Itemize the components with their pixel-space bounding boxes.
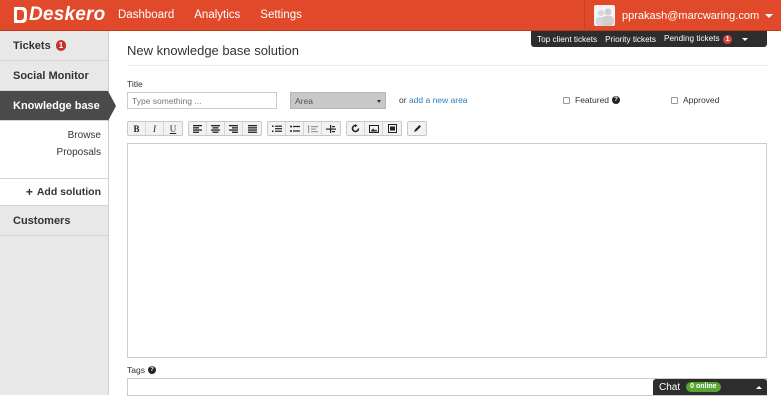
add-solution-button[interactable]: + Add solution <box>0 179 108 206</box>
sidebar-item-knowledge-base[interactable]: Knowledge base <box>0 91 116 121</box>
featured-label: Featured <box>575 95 610 105</box>
pencil-icon[interactable] <box>408 122 426 135</box>
video-icon[interactable] <box>383 122 401 135</box>
checkbox-box[interactable] <box>671 96 678 104</box>
sidebar-item-label: Customers <box>13 214 71 227</box>
sidebar-item-customers[interactable]: Customers <box>0 206 108 236</box>
bold-button[interactable]: B <box>128 122 146 135</box>
or-label: or <box>399 95 407 105</box>
sidebar-item-label: Tickets <box>13 39 51 52</box>
user-avatar-icon <box>594 5 615 26</box>
sidebar-item-label: Knowledge base <box>13 99 100 112</box>
underline-button[interactable]: U <box>164 122 182 135</box>
plus-icon: + <box>25 185 33 199</box>
checkbox-box[interactable] <box>563 96 570 104</box>
user-email: pprakash@marcwaring.com <box>622 9 760 22</box>
knowledge-base-submenu: Browse Proposals <box>0 121 108 179</box>
outdent-icon[interactable] <box>304 122 322 135</box>
tags-label-row: Tags ? <box>127 365 156 375</box>
solution-body-editor[interactable] <box>127 143 767 358</box>
chevron-up-icon <box>756 386 762 389</box>
align-left-icon[interactable] <box>189 122 207 135</box>
top-navbar: Deskero Dashboard Analytics Settings ppr… <box>0 0 781 31</box>
chat-status-badge: 0 online <box>686 382 721 392</box>
title-label: Title <box>127 79 143 89</box>
ordered-list-icon[interactable] <box>268 122 286 135</box>
image-icon[interactable] <box>365 122 383 135</box>
approved-label: Approved <box>683 95 720 105</box>
nav-analytics[interactable]: Analytics <box>194 0 240 31</box>
chat-label: Chat <box>659 381 681 393</box>
logo-mark-icon <box>14 7 27 23</box>
italic-button[interactable]: I <box>146 122 164 135</box>
title-input[interactable] <box>127 92 277 109</box>
sidebar: Tickets 1 Social Monitor Knowledge base … <box>0 31 116 395</box>
indent-icon[interactable] <box>322 122 340 135</box>
chevron-down-icon <box>765 13 774 18</box>
approved-checkbox[interactable]: Approved <box>671 95 719 105</box>
add-solution-label: Add solution <box>36 186 101 198</box>
submenu-browse[interactable]: Browse <box>0 127 101 144</box>
align-right-icon[interactable] <box>225 122 243 135</box>
add-area-text: or add a new area <box>399 95 468 105</box>
main-content: New knowledge base solution Title Area o… <box>109 31 781 396</box>
logo-text: Deskero <box>29 4 106 25</box>
user-menu[interactable]: pprakash@marcwaring.com <box>584 0 781 31</box>
help-icon[interactable]: ? <box>147 366 156 374</box>
editor-toolbar: B I U <box>127 121 432 136</box>
area-select[interactable]: Area <box>290 92 386 109</box>
sidebar-item-social-monitor[interactable]: Social Monitor <box>0 61 108 91</box>
submenu-proposals[interactable]: Proposals <box>0 144 101 161</box>
align-group <box>188 121 262 136</box>
unordered-list-icon[interactable] <box>286 122 304 135</box>
help-icon[interactable]: ? <box>612 96 621 104</box>
undo-icon[interactable] <box>347 122 365 135</box>
featured-checkbox[interactable]: Featured ? <box>563 95 621 105</box>
main-nav: Dashboard Analytics Settings <box>118 0 322 31</box>
page-title: New knowledge base solution <box>127 43 299 58</box>
nav-settings[interactable]: Settings <box>260 0 302 31</box>
tickets-count-badge: 1 <box>55 40 67 51</box>
deskero-logo[interactable]: Deskero <box>12 3 105 27</box>
format-group: B I U <box>127 121 183 136</box>
list-group <box>267 121 341 136</box>
tags-label: Tags <box>127 365 145 375</box>
draw-group <box>407 121 427 136</box>
divider <box>127 65 767 66</box>
insert-group <box>346 121 402 136</box>
area-select-value: Area <box>295 96 313 106</box>
nav-dashboard[interactable]: Dashboard <box>118 0 174 31</box>
sidebar-item-tickets[interactable]: Tickets 1 <box>0 31 108 61</box>
align-justify-icon[interactable] <box>243 122 261 135</box>
add-new-area-link[interactable]: add a new area <box>409 95 468 105</box>
align-center-icon[interactable] <box>207 122 225 135</box>
chat-widget[interactable]: Chat 0 online <box>653 379 767 395</box>
sidebar-item-label: Social Monitor <box>13 69 89 82</box>
chevron-down-icon <box>377 100 381 103</box>
